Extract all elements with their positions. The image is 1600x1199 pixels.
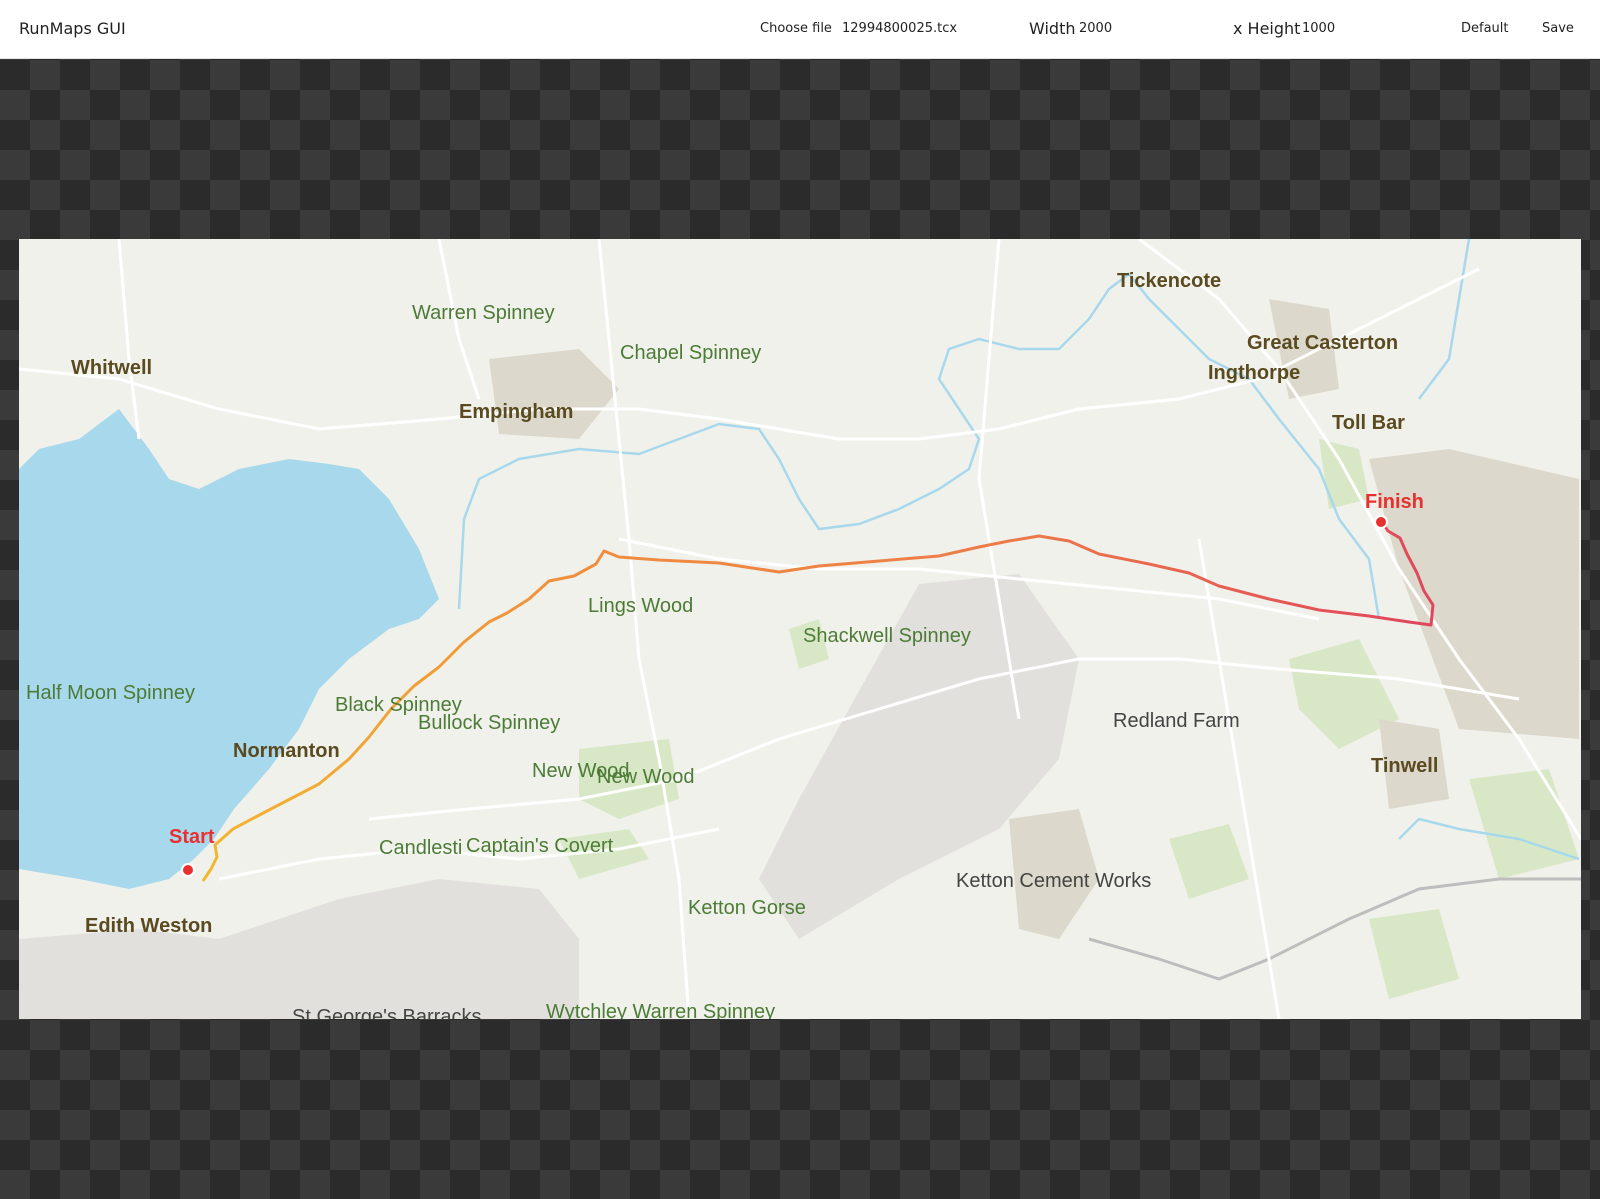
map-label-captains-covert: Captain's Covert xyxy=(466,835,614,857)
start-marker-label: Start xyxy=(169,826,215,848)
map-label-edith-weston: Edith Weston xyxy=(85,915,213,937)
height-label: x Height xyxy=(1233,19,1301,38)
map-label-tickencote: Tickencote xyxy=(1117,270,1222,292)
map-label-whitwell: Whitwell xyxy=(71,357,153,379)
map-label-chapel-spinney: Chapel Spinney xyxy=(620,342,762,364)
toolbar: RunMaps GUI Choose file 12994800025.tcx … xyxy=(0,0,1600,59)
map-label-ketton-gorse: Ketton Gorse xyxy=(688,897,806,919)
map-preview: Start Finish Whitwell Warren Spinney Cha… xyxy=(19,239,1581,1019)
map-label-warren-spinney: Warren Spinney xyxy=(412,302,555,324)
map-label-shackwell-spinney: Shackwell Spinney xyxy=(803,625,971,647)
map-label-ketton-cement-works: Ketton Cement Works xyxy=(956,870,1152,892)
map-label-candlestick: Candlesti xyxy=(379,837,463,859)
default-button[interactable]: Default xyxy=(1461,0,1509,58)
map-label-half-moon-spinney: Half Moon Spinney xyxy=(26,682,195,704)
map-label-tinwell: Tinwell xyxy=(1371,755,1439,777)
map-label-toll-bar: Toll Bar xyxy=(1332,412,1405,434)
map-label-great-casterton: Great Casterton xyxy=(1247,332,1399,354)
height-input[interactable]: 1000 xyxy=(1302,0,1335,58)
save-button[interactable]: Save xyxy=(1542,0,1574,58)
map-label-ingthorpe: Ingthorpe xyxy=(1208,362,1301,384)
map-label-wytchley-warren-spinney: Wytchley Warren Spinney xyxy=(546,1001,776,1019)
map-label-redland-farm: Redland Farm xyxy=(1113,710,1240,732)
finish-marker-dot xyxy=(1374,515,1388,529)
width-input[interactable]: 2000 xyxy=(1079,0,1112,58)
app-title: RunMaps GUI xyxy=(19,19,126,38)
start-marker-dot xyxy=(181,863,195,877)
choose-file-button[interactable]: Choose file xyxy=(760,0,832,58)
map-label-empingham: Empingham xyxy=(459,401,574,423)
map-label-new-wood-2: New Wood xyxy=(597,766,695,788)
map-label-lings-wood: Lings Wood xyxy=(588,595,694,617)
file-name: 12994800025.tcx xyxy=(842,21,958,36)
width-label: Width xyxy=(1029,19,1076,38)
finish-marker-label: Finish xyxy=(1365,491,1424,513)
map-label-st-georges-barracks: St George's Barracks xyxy=(292,1006,482,1019)
map-label-normanton: Normanton xyxy=(233,740,340,762)
railway-line xyxy=(1088,877,1581,981)
map-label-bullock-spinney: Bullock Spinney xyxy=(418,712,561,734)
